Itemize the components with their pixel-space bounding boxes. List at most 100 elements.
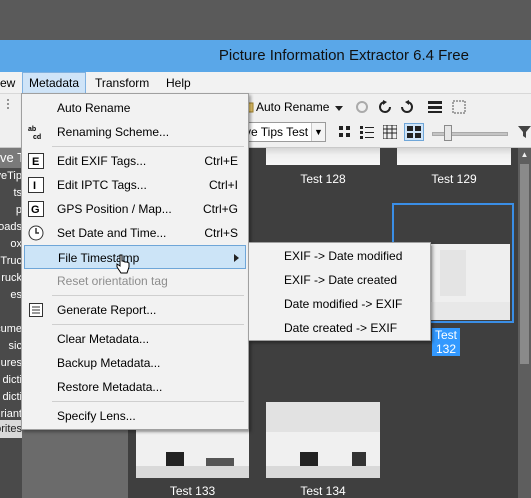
menu-separator bbox=[52, 401, 244, 402]
favorites-tab[interactable]: orites bbox=[0, 420, 22, 438]
mouse-cursor-icon bbox=[116, 254, 130, 274]
thumbnail-label: Test 134 bbox=[300, 484, 346, 498]
rotate-disabled-icon[interactable] bbox=[355, 100, 369, 114]
folder-panel-header: ve Ti bbox=[0, 148, 22, 168]
rotate-right-icon[interactable] bbox=[400, 100, 414, 114]
gallery-scrollbar[interactable]: ▲ bbox=[518, 148, 531, 498]
folder-panel: ve Ti veTip ts p oads ox Truc ruck es cu… bbox=[0, 148, 22, 498]
folder-item[interactable]: ts bbox=[0, 185, 22, 202]
menu-view[interactable]: ew bbox=[0, 72, 21, 94]
folder-item[interactable]: veTip bbox=[0, 168, 22, 185]
menu-item-auto-rename[interactable]: Auto Rename bbox=[24, 96, 246, 120]
thumbnail-label: Test 129 bbox=[431, 172, 477, 186]
list-icon[interactable] bbox=[360, 125, 374, 139]
svg-text:G: G bbox=[31, 204, 40, 216]
chevron-down-icon[interactable] bbox=[335, 101, 349, 115]
rows-icon[interactable] bbox=[428, 100, 442, 114]
menu-item-shortcut: Ctrl+S bbox=[204, 226, 238, 240]
folder-item[interactable]: oads bbox=[0, 219, 22, 236]
menu-metadata[interactable]: Metadata bbox=[22, 72, 87, 94]
folder-item[interactable]: ox bbox=[0, 236, 22, 253]
menu-item-label: Generate Report... bbox=[57, 303, 157, 317]
scroll-up-icon[interactable]: ▲ bbox=[518, 148, 531, 162]
thumbnail-image bbox=[397, 148, 511, 165]
menu-item-edit-exif[interactable]: E Edit EXIF Tags... Ctrl+E bbox=[24, 149, 246, 173]
menu-item-set-date-time[interactable]: Set Date and Time... Ctrl+S bbox=[24, 221, 246, 245]
grid-small-icon[interactable] bbox=[338, 125, 352, 139]
menu-item-specify-lens[interactable]: Specify Lens... bbox=[24, 404, 246, 428]
menu-item-label: Edit IPTC Tags... bbox=[57, 178, 147, 192]
menu-item-label: Auto Rename bbox=[57, 101, 131, 115]
folder-item[interactable] bbox=[0, 304, 22, 321]
menu-separator bbox=[52, 324, 244, 325]
submenu-item-created-to-exif[interactable]: Date created -> EXIF bbox=[251, 316, 428, 340]
grip-icon bbox=[6, 98, 20, 112]
menu-item-label: Clear Metadata... bbox=[57, 332, 150, 346]
svg-text:E: E bbox=[32, 156, 39, 168]
frame-icon[interactable] bbox=[452, 100, 466, 114]
exif-icon: E bbox=[28, 153, 44, 169]
menu-help[interactable]: Help bbox=[160, 72, 197, 94]
report-icon bbox=[28, 302, 44, 318]
submenu-item-exif-to-modified[interactable]: EXIF -> Date modified bbox=[251, 244, 428, 268]
menu-separator bbox=[52, 146, 244, 147]
thumbnails-view-icon[interactable] bbox=[404, 123, 424, 141]
details-icon[interactable] bbox=[382, 124, 398, 140]
menu-item-label: Edit EXIF Tags... bbox=[57, 154, 147, 168]
thumbnail-label: Test 128 bbox=[300, 172, 346, 186]
menu-item-shortcut: Ctrl+I bbox=[208, 178, 238, 192]
menu-item-label: Reset orientation tag bbox=[57, 274, 168, 288]
folder-item[interactable]: dicti bbox=[0, 389, 22, 406]
menu-item-file-timestamp[interactable]: File Timestamp bbox=[24, 245, 246, 269]
menu-item-restore-metadata[interactable]: Restore Metadata... bbox=[24, 375, 246, 399]
menu-item-edit-iptc[interactable]: I Edit IPTC Tags... Ctrl+I bbox=[24, 173, 246, 197]
folder-item[interactable]: dicti bbox=[0, 372, 22, 389]
folder-item[interactable]: es bbox=[0, 287, 22, 304]
folder-item[interactable]: sic bbox=[0, 338, 22, 355]
auto-rename-button[interactable]: Auto Rename bbox=[256, 97, 329, 117]
folder-item[interactable]: ruck bbox=[0, 270, 22, 287]
rotate-left-icon[interactable] bbox=[378, 100, 392, 114]
abcd-icon: ab cd bbox=[28, 124, 44, 141]
iptc-icon: I bbox=[28, 177, 44, 193]
folder-item[interactable]: cume bbox=[0, 321, 22, 338]
menu-bar: ew Metadata Transform Help bbox=[0, 72, 531, 94]
menu-item-shortcut: Ctrl+G bbox=[202, 202, 238, 216]
folder-item[interactable]: Truc bbox=[0, 253, 22, 270]
menu-item-label: Renaming Scheme... bbox=[57, 125, 170, 139]
zoom-slider-thumb[interactable] bbox=[444, 125, 452, 141]
menu-item-generate-report[interactable]: Generate Report... bbox=[24, 298, 246, 322]
submenu-item-modified-to-exif[interactable]: Date modified -> EXIF bbox=[251, 292, 428, 316]
clock-icon bbox=[28, 225, 44, 241]
preset-select-value: ve Tips Test bbox=[245, 125, 309, 139]
filter-icon[interactable] bbox=[518, 125, 531, 139]
svg-text:ab: ab bbox=[28, 126, 36, 133]
menu-item-clear-metadata[interactable]: Clear Metadata... bbox=[24, 327, 246, 351]
thumbnail-image bbox=[266, 402, 380, 478]
menu-transform[interactable]: Transform bbox=[89, 72, 155, 94]
menu-item-renaming-scheme[interactable]: ab cd Renaming Scheme... bbox=[24, 120, 246, 144]
menu-item-label: GPS Position / Map... bbox=[57, 202, 172, 216]
menu-item-backup-metadata[interactable]: Backup Metadata... bbox=[24, 351, 246, 375]
submenu-arrow-icon bbox=[234, 254, 239, 262]
menu-item-label: Backup Metadata... bbox=[57, 356, 161, 370]
submenu-item-exif-to-created[interactable]: EXIF -> Date created bbox=[251, 268, 428, 292]
svg-text:cd: cd bbox=[33, 134, 41, 140]
thumbnail-image bbox=[266, 148, 380, 165]
menu-item-label: Set Date and Time... bbox=[57, 226, 167, 240]
menu-item-label: Restore Metadata... bbox=[57, 380, 163, 394]
title-bar: Picture Information Extractor 6.4 Free bbox=[0, 40, 531, 72]
menu-item-gps-position[interactable]: G GPS Position / Map... Ctrl+G bbox=[24, 197, 246, 221]
metadata-menu: Auto Rename ab cd Renaming Scheme... E Ed… bbox=[21, 93, 249, 430]
gps-icon: G bbox=[28, 201, 44, 217]
menu-separator bbox=[52, 295, 244, 296]
menu-item-reset-orientation[interactable]: Reset orientation tag bbox=[24, 269, 246, 293]
scrollbar-thumb[interactable] bbox=[520, 164, 529, 364]
folder-item[interactable]: ures bbox=[0, 355, 22, 372]
svg-text:I: I bbox=[33, 180, 36, 192]
thumbnail-label: Test 133 bbox=[169, 484, 216, 498]
thumbnail-label: Test 132 bbox=[432, 328, 461, 356]
folder-item[interactable]: p bbox=[0, 202, 22, 219]
preset-select[interactable]: ve Tips Test ▼ bbox=[242, 122, 326, 142]
menu-item-shortcut: Ctrl+E bbox=[204, 154, 238, 168]
